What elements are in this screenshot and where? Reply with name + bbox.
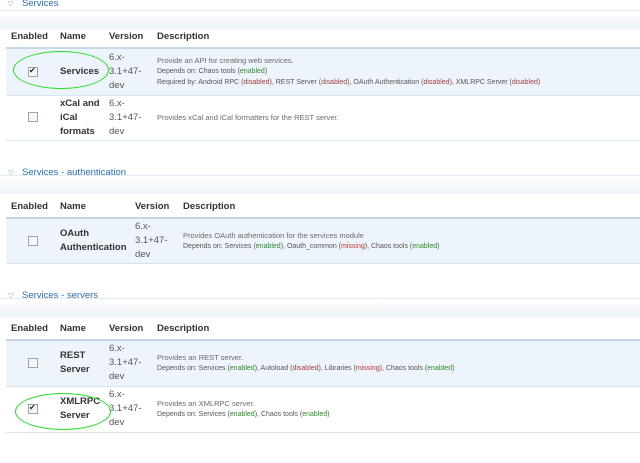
- module-description: Provides an REST server. Depends on: Ser…: [152, 340, 640, 387]
- enable-checkbox-services[interactable]: [28, 66, 38, 77]
- col-name: Name: [55, 195, 130, 219]
- enable-checkbox-xcal[interactable]: [28, 112, 38, 123]
- module-description: Provides OAuth authentication for the se…: [178, 218, 640, 264]
- module-name: Services: [55, 48, 104, 96]
- module-version: 6.x- 3.1+47- dev: [104, 48, 152, 96]
- depends-on-line: Depends on: Services (enabled), Chaos to…: [157, 411, 330, 418]
- enable-checkbox-oauth[interactable]: [28, 235, 38, 246]
- enable-checkbox-rest-server[interactable]: [28, 358, 38, 369]
- module-row-services: Services 6.x- 3.1+47- dev Provide an API…: [6, 48, 640, 96]
- col-description: Description: [152, 25, 640, 49]
- modules-table: Enabled Name Version Description REST Se…: [6, 317, 640, 433]
- col-name: Name: [55, 317, 104, 341]
- module-version: 6.x- 3.1+47- dev: [104, 386, 152, 433]
- module-row-xcal: xCal and iCal formats 6.x- 3.1+47- dev P…: [6, 95, 640, 141]
- required-by-line: Required by: Android RPC (disabled), RES…: [157, 79, 541, 87]
- module-version: 6.x- 3.1+47- dev: [104, 340, 152, 387]
- col-name: Name: [55, 25, 104, 49]
- enable-checkbox-xmlrpc-server[interactable]: [28, 403, 38, 414]
- col-description: Description: [152, 317, 640, 341]
- module-version: 6.x- 3.1+47- dev: [130, 218, 178, 264]
- col-version: Version: [104, 25, 152, 49]
- module-name: OAuth Authentication: [55, 218, 130, 264]
- module-row-xmlrpc-server: XMLRPC Server 6.x- 3.1+47- dev Provides …: [6, 386, 640, 433]
- legend-label: Services: [22, 0, 59, 9]
- col-version: Version: [104, 317, 152, 341]
- module-description: Provide an API for creating web services…: [152, 48, 640, 96]
- col-version: Version: [130, 195, 178, 219]
- module-name: XMLRPC Server: [55, 386, 104, 433]
- section-header-band: [0, 298, 640, 317]
- depends-on-line: Depends on: Services (enabled), Autoload…: [157, 365, 455, 373]
- col-description: Description: [178, 195, 640, 219]
- module-row-rest-server: REST Server 6.x- 3.1+47- dev Provides an…: [6, 340, 640, 387]
- depends-on-line: Depends on: Chaos tools (enabled): [157, 68, 268, 76]
- col-enabled: Enabled: [6, 317, 55, 341]
- table-header-row: Enabled Name Version Description: [6, 195, 640, 219]
- module-description: Provides xCal and iCal formatters for th…: [152, 95, 640, 141]
- modules-table: Enabled Name Version Description Service…: [6, 25, 640, 141]
- col-enabled: Enabled: [6, 195, 55, 219]
- module-description: Provides an XMLRPC server. Depends on: S…: [152, 386, 640, 433]
- section-header-band: [0, 175, 640, 194]
- module-name: REST Server: [55, 340, 104, 387]
- depends-on-line: Depends on: Services (enabled), Oauth_co…: [183, 242, 440, 250]
- table-header-row: Enabled Name Version Description: [6, 25, 640, 49]
- col-enabled: Enabled: [6, 25, 55, 49]
- module-name: xCal and iCal formats: [55, 95, 104, 141]
- module-version: 6.x- 3.1+47- dev: [104, 95, 152, 141]
- table-header-row: Enabled Name Version Description: [6, 317, 640, 341]
- module-row-oauth: OAuth Authentication 6.x- 3.1+47- dev Pr…: [6, 218, 640, 264]
- modules-table: Enabled Name Version Description OAuth A…: [6, 195, 640, 264]
